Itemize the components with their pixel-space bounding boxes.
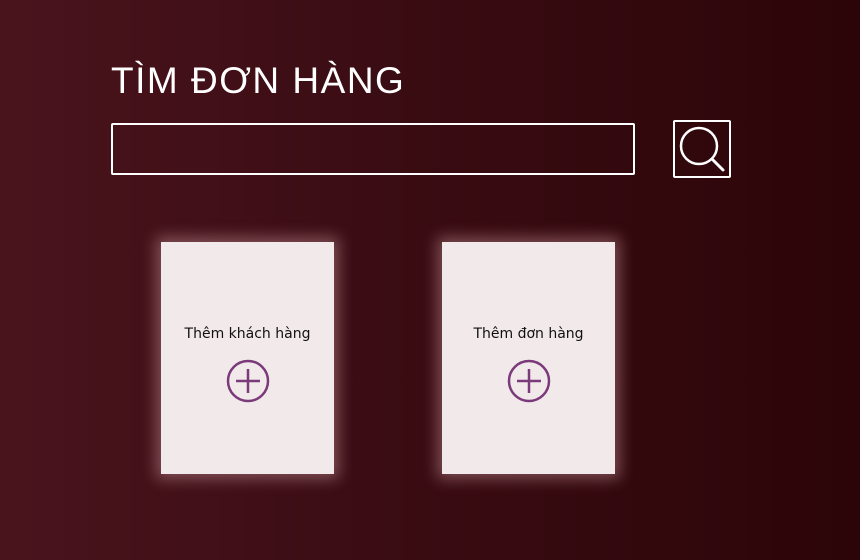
page-title: TÌM ĐƠN HÀNG [111, 60, 406, 101]
search-button[interactable] [673, 120, 731, 178]
plus-circle-icon[interactable] [506, 358, 552, 404]
add-customer-label: Thêm khách hàng [184, 326, 311, 342]
plus-circle-icon[interactable] [225, 358, 271, 404]
search-icon [679, 126, 725, 172]
add-order-label: Thêm đơn hàng [473, 326, 584, 342]
add-customer-card[interactable]: Thêm khách hàng [161, 242, 334, 474]
search-input[interactable] [111, 123, 635, 175]
add-order-card[interactable]: Thêm đơn hàng [442, 242, 615, 474]
